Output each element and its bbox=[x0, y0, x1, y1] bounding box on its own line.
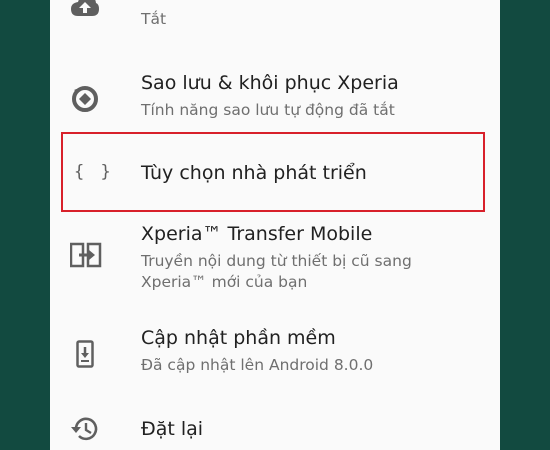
settings-item-xperia-transfer[interactable]: Xperia™ Transfer Mobile Truyền nội dung … bbox=[50, 215, 500, 315]
settings-item-developer-options[interactable]: Tùy chọn nhà phát triển bbox=[50, 132, 500, 212]
settings-item-title: Đặt lại bbox=[141, 418, 204, 440]
code-braces-icon: { } bbox=[74, 162, 114, 182]
settings-item-title: Sao lưu & khôi phục Xperia bbox=[141, 72, 399, 94]
backup-restore-icon bbox=[70, 84, 100, 114]
settings-panel: Tắt Sao lưu & khôi phục Xperia Tính năng… bbox=[50, 0, 500, 450]
settings-item-title: Xperia™ Transfer Mobile bbox=[141, 223, 373, 245]
settings-item-subtitle: Truyền nội dung từ thiết bị cũ sang Xper… bbox=[141, 252, 412, 291]
history-reset-icon bbox=[70, 414, 100, 444]
settings-item-backup-restore[interactable]: Sao lưu & khôi phục Xperia Tính năng sao… bbox=[50, 60, 500, 130]
settings-item-subtitle: Đã cập nhật lên Android 8.0.0 bbox=[141, 356, 374, 374]
settings-item-title: Tùy chọn nhà phát triển bbox=[141, 162, 367, 184]
settings-item-reset[interactable]: Đặt lại bbox=[50, 400, 500, 450]
settings-item-subtitle: Tính năng sao lưu tự động đã tắt bbox=[141, 101, 395, 119]
system-update-icon bbox=[76, 340, 106, 370]
cloud-upload-icon bbox=[70, 0, 100, 24]
settings-item-cloud[interactable]: Tắt bbox=[50, 0, 500, 40]
transfer-icon bbox=[70, 242, 102, 272]
settings-item-software-update[interactable]: Cập nhật phần mềm Đã cập nhật lên Androi… bbox=[50, 318, 500, 388]
settings-item-subtitle: Tắt bbox=[141, 10, 167, 28]
settings-item-title: Cập nhật phần mềm bbox=[141, 327, 336, 349]
